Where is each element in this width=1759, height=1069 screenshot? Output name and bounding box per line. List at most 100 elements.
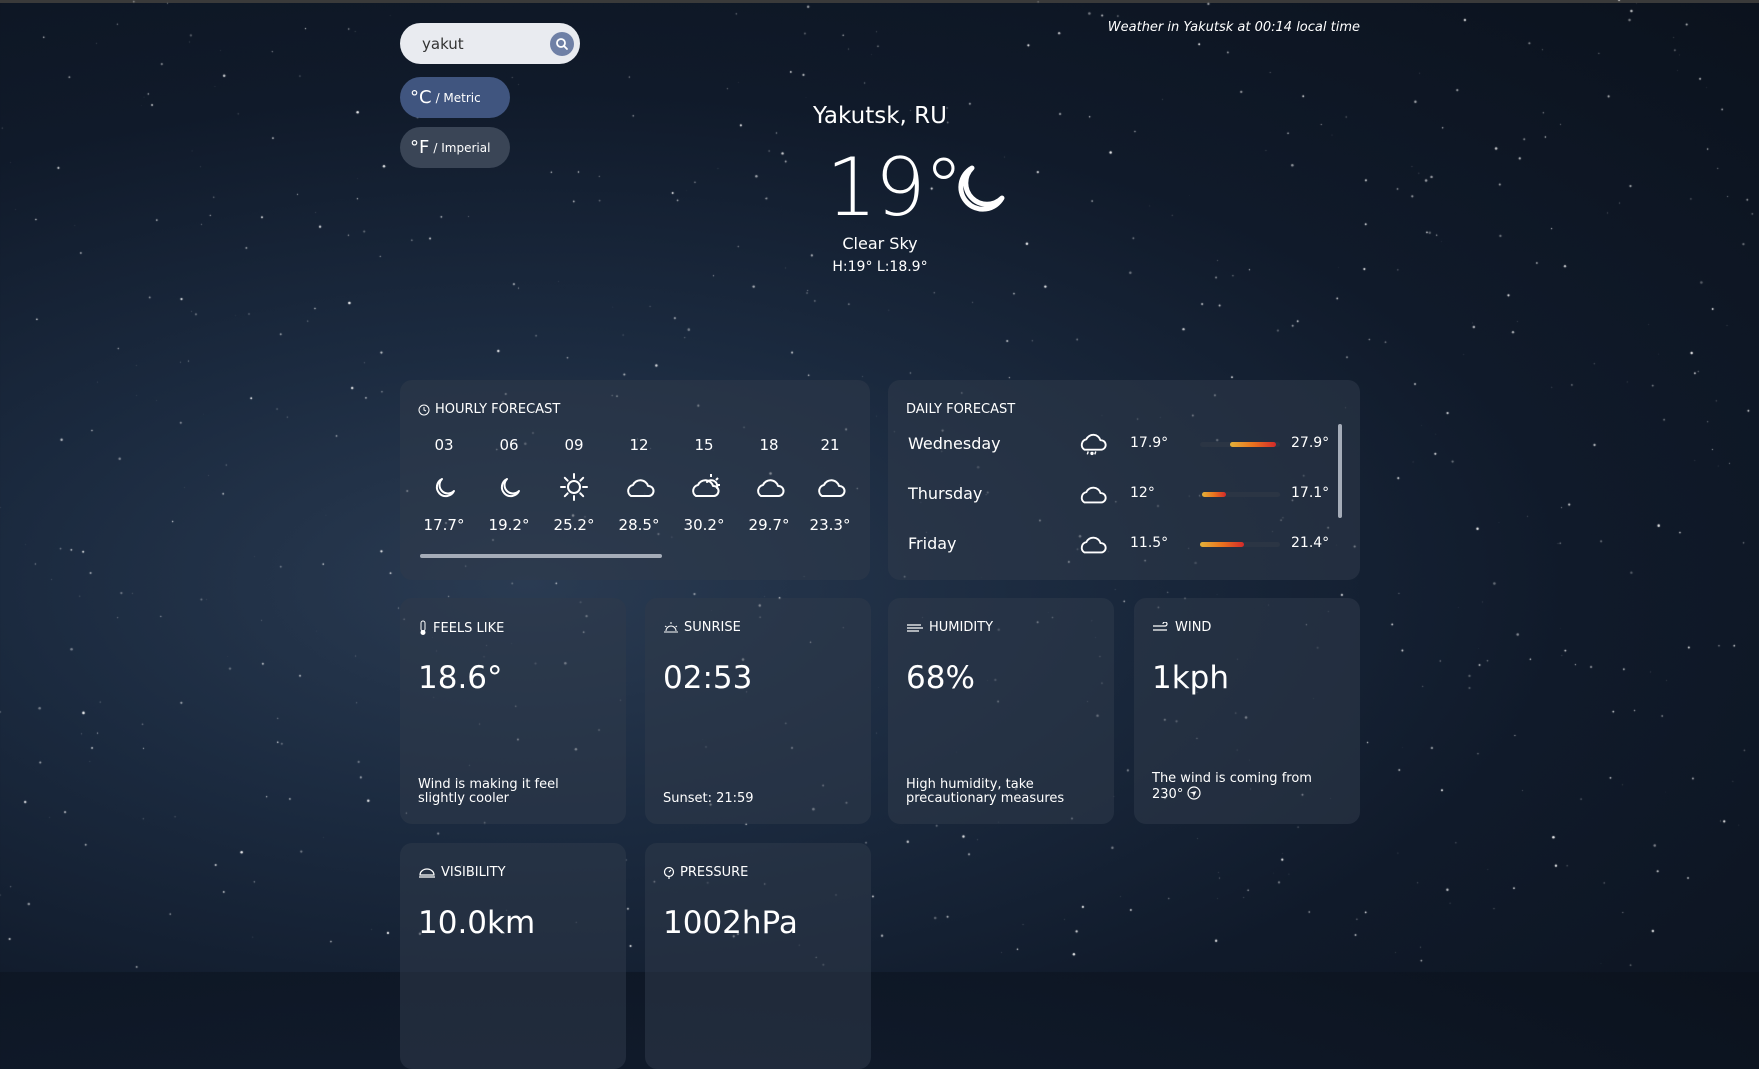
cloud-icon	[813, 472, 847, 502]
hourly-title-label: HOURLY FORECAST	[435, 402, 561, 417]
local-time-text: Weather in Yakutsk at 00:14 local time	[1107, 20, 1360, 35]
pressure-value: 1002hPa	[663, 905, 798, 941]
humidity-desc: High humidity, take precautionary measur…	[906, 777, 1065, 806]
wind-title: WIND	[1175, 620, 1212, 635]
search-icon	[556, 38, 568, 50]
temp-range-bar	[1200, 492, 1280, 497]
hourly-hour: 15	[694, 436, 714, 454]
pressure-title: PRESSURE	[680, 865, 749, 880]
thermometer-icon	[420, 620, 426, 635]
hourly-hour: 06	[499, 436, 519, 454]
visibility-icon	[419, 867, 435, 878]
sunrise-title: SUNRISE	[684, 620, 741, 635]
hourly-temp: 30.2°	[683, 516, 725, 534]
hourly-temp: 17.7°	[423, 516, 465, 534]
current-condition: Clear Sky	[842, 234, 918, 253]
imperial-symbol: °F	[410, 137, 430, 158]
imperial-label: / Imperial	[433, 140, 491, 155]
daily-high: 21.4°	[1291, 535, 1330, 551]
moon-icon	[492, 472, 526, 502]
wind-value: 1kph	[1152, 660, 1230, 696]
hourly-temp: 19.2°	[488, 516, 530, 534]
feels-like-desc: Wind is making it feel slightly cooler	[418, 777, 559, 806]
hourly-title: HOURLY FORECAST	[418, 402, 560, 417]
hourly-item: 06 19.2°	[479, 436, 539, 534]
hourly-scrollbar[interactable]	[420, 554, 662, 558]
hourly-item: 18 29.7°	[739, 436, 799, 534]
hourly-item: 12 28.5°	[609, 436, 669, 534]
hourly-temp: 28.5°	[618, 516, 660, 534]
feels-like-card: FEELS LIKE 18.6° Wind is making it feel …	[400, 598, 626, 824]
moon-icon	[958, 165, 1005, 212]
visibility-card: VISIBILITY 10.0km	[400, 843, 626, 1069]
search-input[interactable]	[420, 32, 544, 56]
humidity-card: HUMIDITY 68% High humidity, take precaut…	[888, 598, 1114, 824]
daily-high: 17.1°	[1291, 485, 1330, 501]
hourly-temp: 25.2°	[553, 516, 595, 534]
search-box	[400, 23, 580, 64]
temp-range-fill	[1202, 492, 1226, 497]
pressure-icon	[663, 866, 675, 879]
temp-range-fill	[1230, 442, 1276, 447]
hourly-hour: 21	[820, 436, 840, 454]
daily-day: Wednesday	[908, 434, 1001, 453]
wind-card: WIND 1kph The wind is coming from 230°	[1134, 598, 1360, 824]
sunrise-icon	[664, 621, 678, 632]
imperial-button[interactable]: °F / Imperial	[400, 127, 510, 168]
hourly-item: 21 23.3°	[804, 436, 856, 534]
hourly-hour: 03	[434, 436, 454, 454]
daily-row: Thursday 12° 17.1°	[908, 479, 1330, 509]
hourly-temp: 23.3°	[809, 516, 851, 534]
temp-range-bar	[1200, 442, 1280, 447]
daily-forecast-card: DAILY FORECAST Wednesday 17.9° 27.9° Thursd…	[888, 380, 1360, 580]
daily-row: Wednesday 17.9° 27.9°	[908, 429, 1330, 459]
sun-icon	[557, 472, 591, 502]
compass-icon	[1187, 786, 1202, 800]
city-name: Yakutsk, RU	[813, 103, 947, 129]
daily-day: Friday	[908, 534, 957, 553]
cloud-icon	[1076, 479, 1108, 509]
visibility-value: 10.0km	[418, 905, 536, 941]
visibility-title: VISIBILITY	[441, 865, 506, 880]
daily-low: 11.5°	[1130, 535, 1169, 551]
temp-range-bar	[1200, 542, 1280, 547]
metric-label: / Metric	[435, 90, 481, 105]
hourly-item: 09 25.2°	[544, 436, 604, 534]
humidity-value: 68%	[906, 660, 975, 696]
metric-button[interactable]: °C / Metric	[400, 77, 510, 118]
hourly-item: 15 30.2°	[674, 436, 734, 534]
daily-day: Thursday	[908, 484, 983, 503]
cloud-icon	[752, 472, 786, 502]
wind-icon	[1153, 621, 1168, 631]
clock-icon	[418, 404, 430, 415]
sunrise-card: SUNRISE 02:53 Sunset: 21:59	[645, 598, 871, 824]
hourly-hour: 18	[759, 436, 779, 454]
daily-low: 12°	[1130, 485, 1155, 501]
cloud-icon	[1076, 529, 1108, 559]
temp-range-fill	[1200, 542, 1244, 547]
wind-desc: The wind is coming from 230°	[1152, 771, 1312, 802]
daily-scrollbar[interactable]	[1338, 424, 1342, 518]
moon-icon	[427, 472, 461, 502]
search-button[interactable]	[550, 32, 574, 56]
daily-title: DAILY FORECAST	[906, 402, 1016, 417]
cloud-icon	[622, 472, 656, 502]
hourly-forecast-card: HOURLY FORECAST 03 17.7° 06 19.2° 09 25.2° 12 2…	[400, 380, 870, 580]
hourly-temp: 29.7°	[748, 516, 790, 534]
daily-high: 27.9°	[1291, 435, 1330, 451]
high-low: H:19° L:18.9°	[832, 259, 928, 275]
pressure-card: PRESSURE 1002hPa	[645, 843, 871, 1069]
sunset-text: Sunset: 21:59	[663, 791, 754, 806]
feels-like-value: 18.6°	[418, 660, 503, 696]
hourly-hour: 12	[629, 436, 649, 454]
humidity-title: HUMIDITY	[929, 620, 994, 635]
rain-cloud-icon	[1076, 429, 1108, 459]
hourly-hour: 09	[564, 436, 584, 454]
daily-low: 17.9°	[1130, 435, 1169, 451]
hourly-item: 03 17.7°	[414, 436, 474, 534]
daily-row: Friday 11.5° 21.4°	[908, 529, 1330, 559]
metric-symbol: °C	[410, 87, 432, 108]
feels-like-title: FEELS LIKE	[433, 620, 505, 636]
humidity-icon	[907, 623, 923, 632]
sunrise-value: 02:53	[663, 660, 753, 696]
